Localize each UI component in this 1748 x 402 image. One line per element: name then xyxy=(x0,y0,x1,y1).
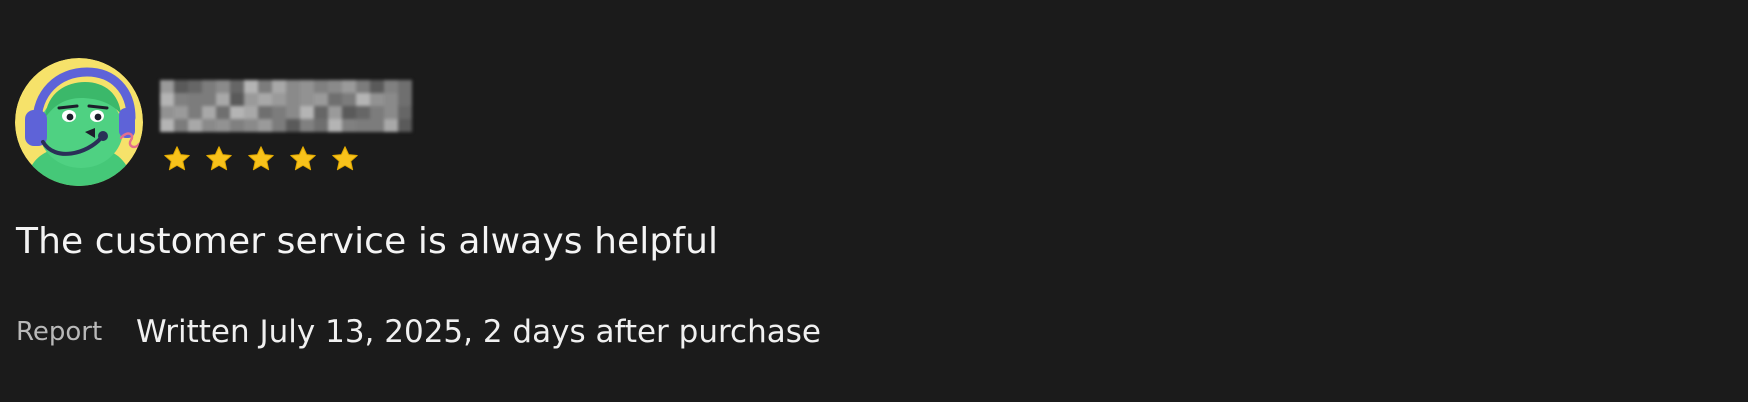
star-icon xyxy=(248,146,274,171)
star-icon xyxy=(164,146,190,171)
star-icon xyxy=(206,146,232,171)
user-avatar[interactable] xyxy=(15,58,143,186)
review-text: The customer service is always helpful xyxy=(16,221,719,262)
headset-character-avatar-icon xyxy=(15,58,143,186)
star-icon xyxy=(332,146,358,171)
report-link[interactable]: Report xyxy=(16,314,102,350)
star-rating xyxy=(162,144,360,176)
star-icon xyxy=(290,146,316,171)
redacted-username xyxy=(160,80,412,132)
written-date: Written July 13, 2025, 2 days after purc… xyxy=(136,314,821,350)
review-card: The customer service is always helpful R… xyxy=(0,0,1748,402)
